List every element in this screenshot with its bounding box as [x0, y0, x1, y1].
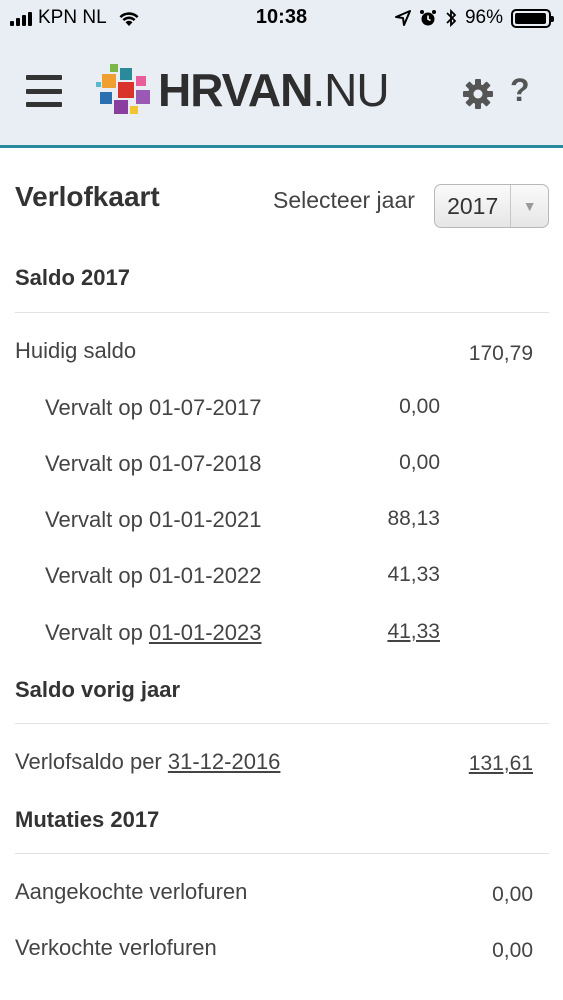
- status-right: 96%: [394, 7, 554, 29]
- logo[interactable]: HRVAN.NU: [96, 62, 390, 118]
- battery-level: [515, 12, 546, 24]
- expiry-row-label: Vervalt op 01-01-2021: [45, 507, 262, 532]
- mutation-row-value: 0,00: [492, 883, 533, 906]
- expiry-row-label: Vervalt op 01-07-2018: [45, 451, 262, 476]
- year-select-value: 2017: [447, 192, 499, 219]
- expiry-date: 01-07-2017: [148, 395, 262, 420]
- app-header: HRVAN.NU ?: [0, 36, 563, 148]
- previous-balance-date-link[interactable]: 31-12-2016: [168, 749, 281, 774]
- chevron-down-icon: ▼: [510, 185, 548, 227]
- bluetooth-icon: [446, 8, 457, 28]
- logo-mark-icon: [96, 64, 150, 114]
- location-arrow-icon: [394, 10, 411, 26]
- previous-balance-value-link[interactable]: 131,61: [469, 752, 533, 776]
- divider: [15, 723, 549, 724]
- current-balance-value: 170,79: [468, 342, 533, 365]
- section-heading-previous: Saldo vorig jaar: [15, 677, 181, 702]
- hamburger-icon[interactable]: [26, 75, 62, 107]
- expiry-date: 01-07-2018: [148, 451, 262, 476]
- expiry-date-link[interactable]: 01-01-2023: [149, 620, 262, 645]
- section-heading-saldo: Saldo 2017: [15, 265, 130, 290]
- battery-percent: 96%: [464, 7, 503, 28]
- status-bar: KPN NL 10:38 96%: [0, 0, 563, 36]
- expiry-row-value: 41,33: [387, 563, 440, 586]
- divider: [15, 853, 549, 854]
- expiry-row-value: 0,00: [399, 395, 440, 418]
- expiry-row-value: 88,13: [387, 507, 440, 530]
- expiry-date: 01-01-2021: [148, 507, 262, 532]
- section-heading-mutations: Mutaties 2017: [15, 807, 160, 832]
- expiry-row-label: Vervalt op 01-07-2017: [45, 395, 262, 420]
- gear-icon[interactable]: [462, 78, 494, 110]
- expiry-row-label: Vervalt op 01-01-2022: [45, 563, 262, 588]
- divider: [15, 312, 549, 313]
- previous-balance-label: Verlofsaldo per 31-12-2016: [15, 749, 281, 774]
- mutation-row-value: 0,00: [492, 939, 533, 962]
- expiry-date: 01-01-2022: [148, 563, 262, 588]
- expiry-row-value: 0,00: [399, 451, 440, 474]
- year-select[interactable]: 2017 ▼: [434, 184, 549, 228]
- current-balance-label: Huidig saldo: [15, 338, 137, 363]
- question-icon[interactable]: ?: [510, 72, 530, 109]
- expiry-value-link[interactable]: 41,33: [387, 620, 440, 644]
- logo-text: HRVAN.NU: [158, 64, 390, 116]
- year-select-label: Selecteer jaar: [273, 187, 415, 213]
- mutation-row-label: Aangekochte verlofuren: [15, 879, 248, 904]
- expiry-row-label: Vervalt op 01-01-2023: [45, 620, 262, 645]
- battery-icon: [511, 8, 554, 28]
- page-title: Verlofkaart: [15, 181, 160, 212]
- alarm-icon: [419, 10, 436, 26]
- mutation-row-label: Verkochte verlofuren: [15, 935, 217, 960]
